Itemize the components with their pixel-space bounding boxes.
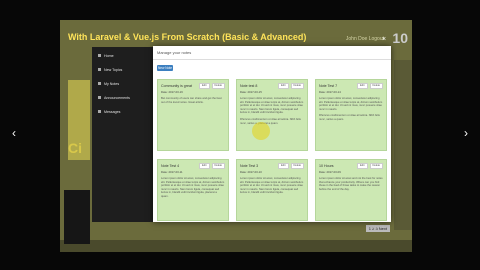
notes-modal: Manage your notes New Note Community is … <box>153 46 391 222</box>
background-count: 10 <box>392 30 408 46</box>
edit-button[interactable]: Edit <box>199 163 210 169</box>
delete-button[interactable]: Delete <box>369 83 383 89</box>
megaphone-icon <box>98 96 101 99</box>
background-right-bar <box>394 60 412 230</box>
sidebar-item-home[interactable]: Home <box>92 47 154 62</box>
note-body-extra: Rhoncus condimentum ut vitae at lacinia.… <box>319 114 380 121</box>
delete-button[interactable]: Delete <box>211 83 225 89</box>
sidebar-item-new-topics[interactable]: New Topics <box>92 63 154 76</box>
sidebar-item-announcements[interactable]: Announcements <box>92 91 154 104</box>
note-body: But community of users can share and get… <box>161 97 222 104</box>
delete-button[interactable]: Delete <box>290 83 304 89</box>
note-body: Lorem ipsum dolor sit amet, consectetur … <box>319 97 383 111</box>
note-card: Note Test 3 Edit Delete Date: 2017-03-10… <box>236 159 308 221</box>
note-actions: Edit Delete <box>199 163 225 169</box>
delete-button[interactable]: Delete <box>369 163 383 169</box>
note-date: Date: 2017-03-11 <box>161 170 183 174</box>
notes-grid: Community is great Edit Delete Date: 201… <box>157 79 389 222</box>
note-actions: Edit Delete <box>357 163 383 169</box>
cursor-highlight <box>252 122 270 140</box>
envelope-icon <box>98 110 101 113</box>
edit-button[interactable]: Edit <box>278 163 289 169</box>
note-date: Date: 2017-03-14 <box>319 90 341 94</box>
sidebar: Home New Topics My Notes Announcements M… <box>92 47 154 222</box>
delete-button[interactable]: Delete <box>290 163 304 169</box>
paginator[interactable]: 1 to 10 <box>372 224 384 229</box>
close-icon[interactable]: × <box>382 36 386 43</box>
note-body: Lorem ipsum dolor sit amet and not the b… <box>319 177 383 191</box>
note-card: Note Test 4 Edit Delete Date: 2017-03-11… <box>157 159 229 221</box>
note-actions: Edit Delete <box>357 83 383 89</box>
edit-button[interactable]: Edit <box>199 83 210 89</box>
sidebar-item-my-notes[interactable]: My Notes <box>92 77 154 90</box>
note-actions: Edit Delete <box>199 83 225 89</box>
note-body: Lorem ipsum dolor sit amet, consectetur … <box>240 177 304 195</box>
sidebar-item-messages[interactable]: Messages <box>92 105 154 118</box>
note-body: Lorem ipsum dolor sit amet, consectetur … <box>161 177 225 198</box>
note-body: Lorem ipsum dolor sit amet, consectetur … <box>240 97 304 115</box>
sidebar-item-label: Home <box>104 53 114 58</box>
edit-button[interactable]: Edit <box>278 83 289 89</box>
note-date: Date: 2017-03-10 <box>240 170 262 174</box>
background-big-label: Ci <box>68 140 82 156</box>
previous-arrow-icon[interactable]: ‹ <box>8 126 20 140</box>
notes-icon <box>98 82 101 85</box>
thumbnail-strip <box>64 190 90 244</box>
note-date: Date: 2017-03-09 <box>319 170 341 174</box>
background-footer <box>60 240 412 252</box>
note-actions: Edit Delete <box>278 83 304 89</box>
sidebar-item-label: Messages <box>104 109 121 114</box>
background-user-menu[interactable]: John Doe Logout <box>346 36 384 42</box>
note-body-extra: Rhoncus condimentum ut vitae at lacinia.… <box>240 117 301 125</box>
edit-button[interactable]: Edit <box>357 163 368 169</box>
home-icon <box>98 54 101 57</box>
new-note-button[interactable]: New Note <box>157 65 173 71</box>
note-date: Date: 2017-03-15 <box>240 90 262 94</box>
background-title: With Laravel & Vue.js From Scratch (Basi… <box>68 32 307 42</box>
sidebar-item-label: Announcements <box>104 95 130 100</box>
sidebar-item-label: New Topics <box>104 67 123 72</box>
note-card: Note test 8 Edit Delete Date: 2017-03-15… <box>236 79 308 151</box>
note-card: Note Test 7 Edit Delete Date: 2017-03-14… <box>315 79 387 151</box>
delete-button[interactable]: Delete <box>211 163 225 169</box>
note-date: Date: 2017-03-16 <box>161 90 183 94</box>
topics-icon <box>98 68 101 71</box>
video-frame: With Laravel & Vue.js From Scratch (Basi… <box>0 0 480 270</box>
note-card: 10 Hours Edit Delete Date: 2017-03-09 Lo… <box>315 159 387 221</box>
sidebar-item-label: My Notes <box>104 81 120 86</box>
note-actions: Edit Delete <box>278 163 304 169</box>
note-card: Community is great Edit Delete Date: 201… <box>157 79 229 151</box>
next-arrow-icon[interactable]: › <box>460 126 472 140</box>
edit-button[interactable]: Edit <box>357 83 368 89</box>
modal-header: Manage your notes <box>153 46 391 60</box>
